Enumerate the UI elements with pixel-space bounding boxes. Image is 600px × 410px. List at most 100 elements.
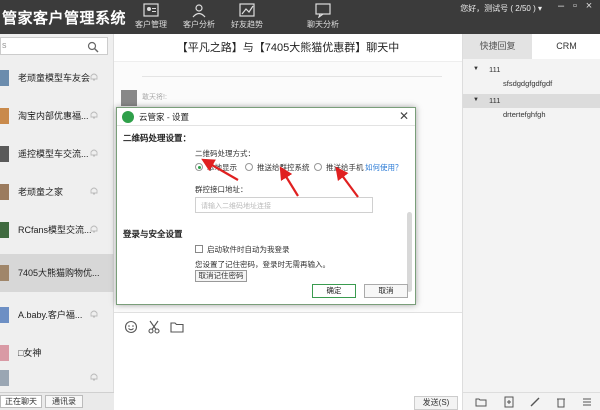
tree-leaf[interactable]: drtertefghfgh xyxy=(463,108,600,122)
tree-label: 111 xyxy=(489,96,501,105)
right-panel-toolbar xyxy=(463,392,600,410)
tree-label: sfsdgdgfgdfgdf xyxy=(503,79,553,88)
edit-icon[interactable] xyxy=(529,396,541,408)
dialog-header: 云管家 - 设置 ✕ xyxy=(117,108,415,126)
chat-list-item[interactable] xyxy=(0,364,114,390)
chat-list-item[interactable]: A.baby.客户福... xyxy=(0,296,114,334)
login-section-title: 登录与安全设置 xyxy=(123,229,183,239)
nav-chat-analysis[interactable]: 聊天分析 xyxy=(300,3,346,30)
autostart-checkbox[interactable] xyxy=(195,245,203,253)
search-box[interactable]: s xyxy=(0,37,108,55)
avatar xyxy=(0,184,9,200)
nav-label: 聊天分析 xyxy=(307,20,339,29)
dialog-title: 云管家 - 设置 xyxy=(139,112,190,122)
chat-list-item-active[interactable]: 7405大熊猫购物优... xyxy=(0,254,114,292)
right-panel: 快捷回复 CRM ▼ 111 sfsdgdgfgdfgdf ▼ 111 drte… xyxy=(462,34,600,410)
chat-name: 遥控模型车交流... xyxy=(18,149,89,159)
nav-label: 客户管理 xyxy=(135,20,167,29)
option-label: 推送给群控系统 xyxy=(257,163,310,172)
group-address-label: 群控接口地址： xyxy=(195,185,248,194)
tree-node[interactable]: ▼ 111 xyxy=(463,63,600,77)
qr-method-label: 二维码处理方式： xyxy=(195,149,255,158)
remember-password-text: 您设置了记住密码，登录时无需再输入。 xyxy=(195,260,330,269)
cloud-manager-logo-icon xyxy=(122,111,134,123)
emoji-icon[interactable] xyxy=(124,320,138,334)
app-title: 管家客户管理系统 xyxy=(2,10,127,27)
bell-icon[interactable] xyxy=(89,110,99,120)
dialog-scrollbar[interactable] xyxy=(407,212,412,292)
message-sender: 敢天将!: xyxy=(142,94,167,101)
sidebar-tabs: 正在聊天 通讯录 xyxy=(0,392,114,410)
bell-icon[interactable] xyxy=(89,372,99,382)
bell-icon[interactable] xyxy=(89,309,99,319)
tab-quick-reply[interactable]: 快捷回复 xyxy=(463,34,532,59)
radio-push-phone[interactable] xyxy=(314,163,322,171)
help-link[interactable]: 如何使用？ xyxy=(365,162,403,173)
chat-list-item[interactable]: 淘宝内部优惠福... xyxy=(0,97,114,135)
bell-icon[interactable] xyxy=(89,148,99,158)
chat-name: □女神 xyxy=(18,348,42,358)
add-folder-icon[interactable] xyxy=(475,396,487,408)
nav-label: 客户分析 xyxy=(183,20,215,29)
search-icon[interactable] xyxy=(87,41,99,53)
tab-contacts[interactable]: 通讯录 xyxy=(45,395,83,408)
expand-triangle-icon[interactable]: ▼ xyxy=(473,66,479,72)
bell-icon[interactable] xyxy=(89,186,99,196)
radio-push-group-control[interactable] xyxy=(245,163,253,171)
avatar xyxy=(0,222,9,238)
chat-name: A.baby.客户福... xyxy=(18,310,83,320)
cancel-button[interactable]: 取消 xyxy=(364,284,408,298)
avatar xyxy=(0,265,9,281)
chat-name: 老顽童之家 xyxy=(18,187,64,197)
right-panel-tabs: 快捷回复 CRM xyxy=(463,34,600,59)
scissors-icon[interactable] xyxy=(147,320,161,334)
tab-crm[interactable]: CRM xyxy=(532,34,600,59)
tree-leaf[interactable]: sfsdgdgfgdfgdf xyxy=(463,77,600,91)
menu-icon[interactable] xyxy=(581,396,593,408)
send-button[interactable]: 发送(S) xyxy=(414,396,458,410)
nav-customer-analysis[interactable]: 客户分析 xyxy=(176,3,222,30)
expand-triangle-icon[interactable]: ▼ xyxy=(473,97,479,103)
nav-customer-management[interactable]: 客户管理 xyxy=(128,3,174,30)
chat-name: 7405大熊猫购物优... xyxy=(18,268,100,278)
option-label: 本地显示 xyxy=(207,163,237,172)
option-label: 推送给手机 xyxy=(326,163,364,172)
settings-dialog: 云管家 - 设置 ✕ 二维码处理设置： 二维码处理方式： 本地显示 推送给群控系… xyxy=(116,107,416,305)
close-window-icon[interactable]: × xyxy=(582,0,596,12)
add-item-icon[interactable] xyxy=(503,396,515,408)
minimize-icon[interactable]: – xyxy=(554,0,568,12)
delete-icon[interactable] xyxy=(555,396,567,408)
ok-button[interactable]: 确定 xyxy=(312,284,356,298)
chat-analysis-icon xyxy=(315,3,331,18)
top-bar: 管家客户管理系统 客户管理 客户分析 好友趋势 聊天分析 您好，测试号 ( 2/… xyxy=(0,0,600,34)
chat-list-item[interactable]: RCfans模型交流... xyxy=(0,211,114,249)
avatar xyxy=(121,90,137,106)
radio-local-display[interactable] xyxy=(195,163,203,171)
bell-icon[interactable] xyxy=(89,72,99,82)
cancel-remember-button[interactable]: 取消记住密码 xyxy=(195,270,247,282)
message-composer[interactable]: 发送(S) xyxy=(114,312,462,410)
window-controls: – ▫ × xyxy=(554,0,596,12)
nav-friend-trend[interactable]: 好友趋势 xyxy=(224,3,270,30)
search-lead-char: s xyxy=(2,40,7,50)
bell-icon[interactable] xyxy=(89,224,99,234)
group-address-input[interactable]: 请输入二维码地址连接 xyxy=(195,197,373,213)
chat-list-item[interactable]: 老顽童之家 xyxy=(0,173,114,211)
close-icon[interactable]: ✕ xyxy=(399,109,409,123)
avatar xyxy=(0,146,9,162)
avatar xyxy=(0,345,9,361)
chat-sidebar: s 老顽童模型车友会 淘宝内部优惠福... 遥控模型车交流... 老顽童之家 R… xyxy=(0,34,114,410)
qr-section-title: 二维码处理设置： xyxy=(123,133,192,143)
restore-icon[interactable]: ▫ xyxy=(568,0,582,12)
chat-list-item[interactable]: 老顽童模型车友会 xyxy=(0,59,114,97)
tree-node-selected[interactable]: ▼ 111 xyxy=(463,94,600,108)
avatar xyxy=(0,370,9,386)
tab-chatting[interactable]: 正在聊天 xyxy=(0,395,42,408)
autostart-label: 启动软件时自动为我登录 xyxy=(207,245,290,254)
folder-icon[interactable] xyxy=(170,320,184,334)
person-analysis-icon xyxy=(192,4,206,18)
trend-chart-icon xyxy=(239,3,255,17)
user-info[interactable]: 您好，测试号 ( 2/50 ) ▾ xyxy=(460,3,542,14)
chat-list-item[interactable]: 遥控模型车交流... xyxy=(0,135,114,173)
nav-label: 好友趋势 xyxy=(231,20,263,29)
